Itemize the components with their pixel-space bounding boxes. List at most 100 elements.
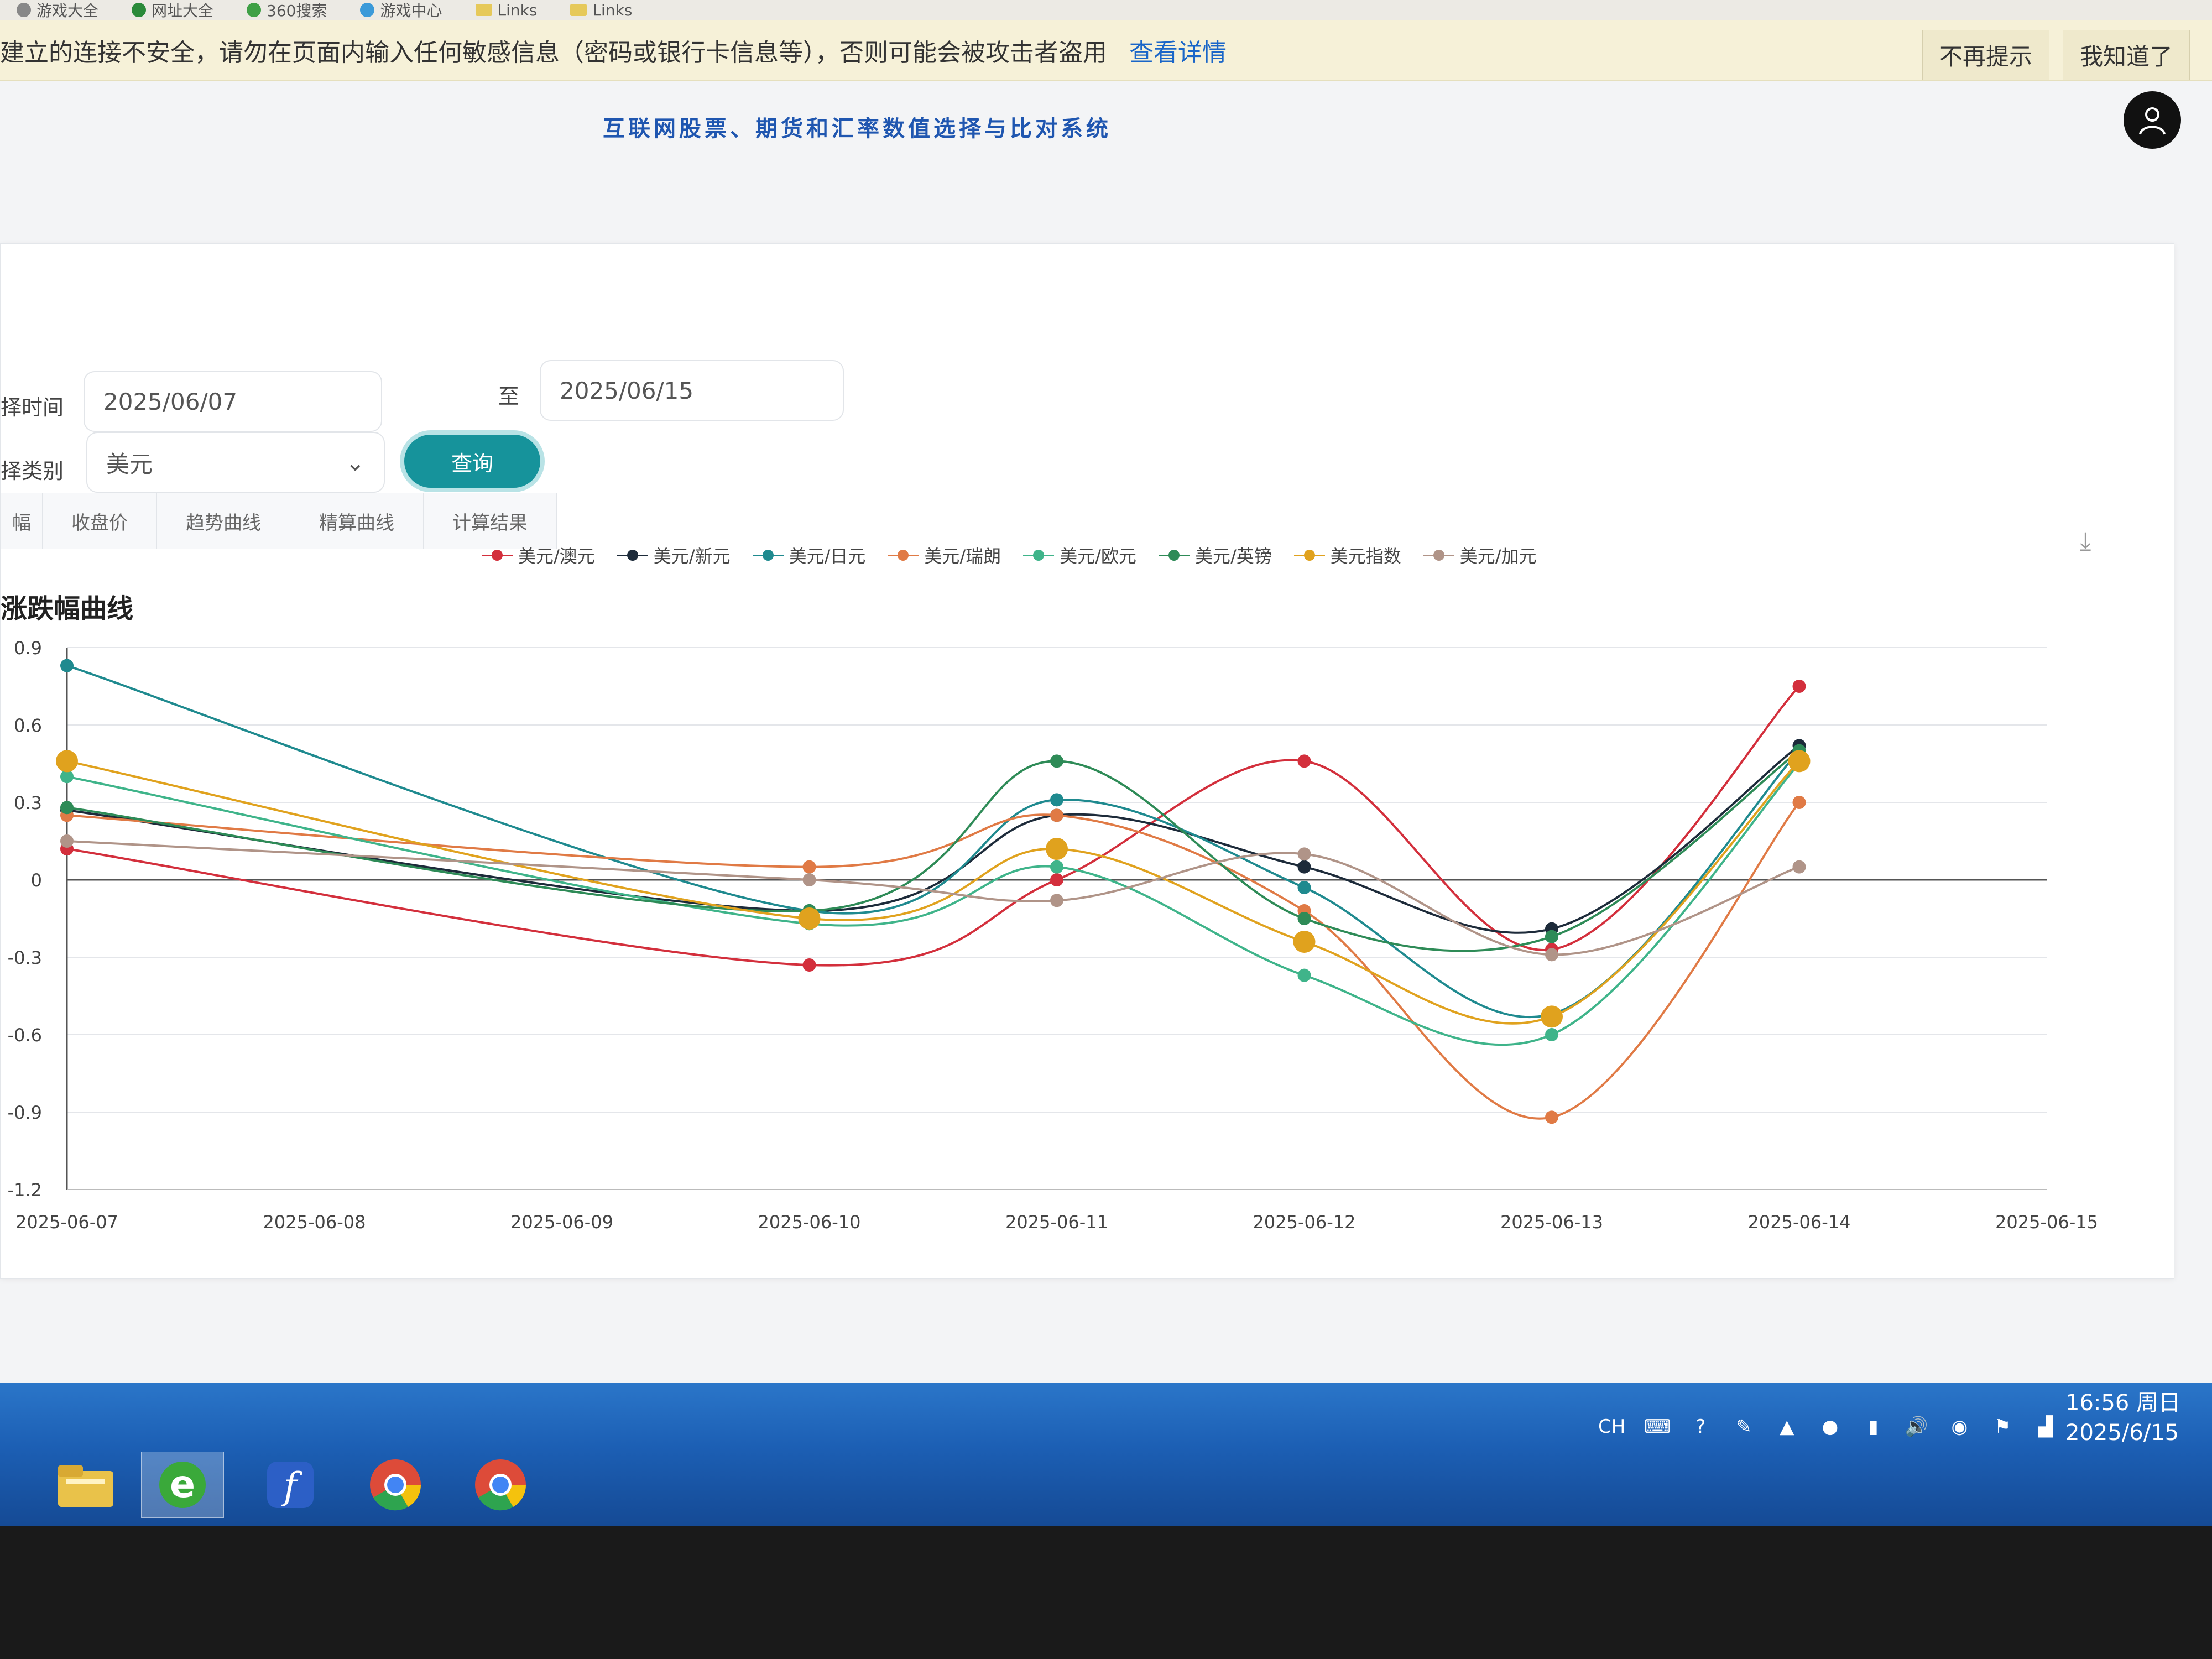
- x-tick-label: 2025-06-13: [1500, 1212, 1603, 1233]
- user-avatar[interactable]: [2124, 91, 2181, 149]
- legend-label: 美元指数: [1330, 546, 1401, 567]
- bookmark-item[interactable]: Links: [475, 1, 537, 19]
- x-tick-label: 2025-06-11: [1005, 1212, 1108, 1233]
- data-point: [1297, 968, 1311, 982]
- data-point: [1050, 808, 1063, 822]
- legend-item[interactable]: 美元/加元: [1423, 542, 1537, 568]
- y-tick-label: -0.3: [8, 947, 42, 968]
- y-tick-label: -0.6: [8, 1025, 42, 1046]
- bookmark-item[interactable]: 游戏中心: [360, 0, 442, 21]
- data-point: [1545, 930, 1558, 943]
- help-icon[interactable]: ?: [1689, 1416, 1712, 1438]
- legend-marker: [1023, 550, 1055, 561]
- y-tick-label: -1.2: [8, 1180, 42, 1201]
- bookmark-item[interactable]: 360搜索: [247, 0, 327, 21]
- pen-icon[interactable]: ✎: [1733, 1416, 1755, 1438]
- legend-item[interactable]: 美元/瑞朗: [888, 542, 1001, 568]
- legend-marker: [1158, 550, 1190, 561]
- browser-e-icon: e: [159, 1462, 206, 1508]
- flag-icon[interactable]: ⚑: [1991, 1416, 2013, 1438]
- x-tick-label: 2025-06-07: [15, 1212, 118, 1233]
- input-language[interactable]: CH: [1598, 1416, 1625, 1438]
- download-icon[interactable]: ⤓: [2080, 526, 2091, 557]
- legend-item[interactable]: 美元/欧元: [1023, 542, 1136, 568]
- svg-text:e: e: [170, 1463, 195, 1506]
- legend-label: 美元/新元: [653, 546, 731, 567]
- folder-icon: [570, 4, 587, 16]
- folder-icon: [58, 1465, 113, 1507]
- data-point: [1046, 838, 1068, 860]
- flash-app-button[interactable]: f: [249, 1452, 332, 1518]
- user-icon: [2139, 107, 2166, 135]
- data-point: [1545, 1028, 1558, 1041]
- x-tick-label: 2025-06-08: [263, 1212, 366, 1233]
- end-date-input[interactable]: 2025/06/15: [540, 360, 844, 421]
- clock-time: 16:56 周日: [2065, 1390, 2180, 1416]
- data-point: [1792, 796, 1806, 809]
- legend-item[interactable]: 美元/新元: [617, 542, 731, 568]
- volume-icon[interactable]: 🔊: [1905, 1416, 1928, 1438]
- data-point: [802, 860, 816, 874]
- file-explorer-button[interactable]: [44, 1452, 127, 1518]
- data-point: [1050, 873, 1063, 886]
- chart-tabs: 幅 收盘价 趋势曲线 精算曲线 计算结果: [1, 493, 557, 549]
- view-details-link[interactable]: 查看详情: [1129, 33, 1227, 68]
- tab-trend-curve[interactable]: 趋势曲线: [156, 493, 290, 549]
- bookmark-item[interactable]: Links: [570, 1, 632, 19]
- tab-amplitude[interactable]: 幅: [1, 493, 43, 549]
- ie-browser-button[interactable]: e: [141, 1452, 224, 1518]
- category-select[interactable]: 美元 ⌄: [86, 432, 385, 493]
- search-engine-icon: [247, 3, 262, 17]
- data-point: [1541, 1005, 1563, 1028]
- data-point: [802, 873, 816, 886]
- line-chart: 0.9 0.6 0.3 0 -0.3 -0.6 -0.9 -1.2 2025-06-07 2025…: [8, 638, 2098, 1233]
- clock-date: 2025/6/15: [2065, 1420, 2179, 1446]
- taskbar-clock[interactable]: 16:56 周日 2025/6/15: [2065, 1388, 2180, 1448]
- series-line: [66, 685, 1800, 967]
- tab-close-price[interactable]: 收盘价: [42, 493, 157, 549]
- bookmark-item[interactable]: 网址大全: [132, 0, 213, 21]
- to-label: 至: [498, 384, 520, 409]
- battery-icon[interactable]: ▮: [1862, 1416, 1884, 1438]
- data-point: [1297, 860, 1311, 874]
- legend-marker: [617, 550, 648, 561]
- query-button[interactable]: 查询: [404, 435, 540, 488]
- tab-results[interactable]: 计算结果: [423, 493, 557, 549]
- legend-item[interactable]: 美元/澳元: [482, 542, 595, 568]
- category-value: 美元: [106, 450, 153, 478]
- legend-item[interactable]: 美元指数: [1293, 542, 1401, 568]
- legend-label: 美元/加元: [1459, 546, 1537, 567]
- x-tick-label: 2025-06-12: [1253, 1212, 1356, 1233]
- legend-item[interactable]: 美元/日元: [752, 542, 866, 568]
- dont-remind-button[interactable]: 不再提示: [1922, 30, 2049, 80]
- y-tick-label: 0: [31, 870, 42, 891]
- network-app-icon[interactable]: ◉: [1948, 1416, 1970, 1438]
- legend-marker: [482, 550, 513, 561]
- tab-actuarial-curve[interactable]: 精算曲线: [290, 493, 424, 549]
- legend-marker: [888, 550, 919, 561]
- security-app-icon[interactable]: ●: [1819, 1416, 1841, 1438]
- start-date-input[interactable]: 2025/06/07: [84, 371, 382, 432]
- chrome-button[interactable]: [459, 1452, 542, 1518]
- data-point: [60, 834, 74, 848]
- folder-icon: [475, 4, 492, 16]
- y-tick-label: 0.9: [14, 638, 42, 659]
- x-tick-label: 2025-06-10: [758, 1212, 861, 1233]
- got-it-button[interactable]: 我知道了: [2062, 30, 2190, 80]
- data-point: [1297, 847, 1311, 861]
- taskbar: [0, 1383, 2212, 1526]
- legend-item[interactable]: 美元/英镑: [1158, 542, 1272, 568]
- bookmark-item[interactable]: 游戏大全: [17, 0, 98, 21]
- data-point: [1792, 860, 1806, 874]
- keyboard-icon[interactable]: ⌨: [1644, 1416, 1671, 1438]
- category-label: 择类别: [1, 459, 64, 483]
- app-title: 互联网股票、期货和汇率数值选择与比对系统: [603, 116, 1112, 142]
- signal-icon[interactable]: ▟: [2034, 1416, 2057, 1438]
- tray-expand-icon[interactable]: ▲: [1776, 1416, 1798, 1438]
- legend-label: 美元/日元: [789, 546, 866, 567]
- time-label: 择时间: [1, 395, 64, 420]
- data-point: [60, 659, 74, 672]
- legend-marker: [1293, 550, 1325, 561]
- data-point: [1050, 754, 1063, 768]
- chrome-button[interactable]: [354, 1452, 437, 1518]
